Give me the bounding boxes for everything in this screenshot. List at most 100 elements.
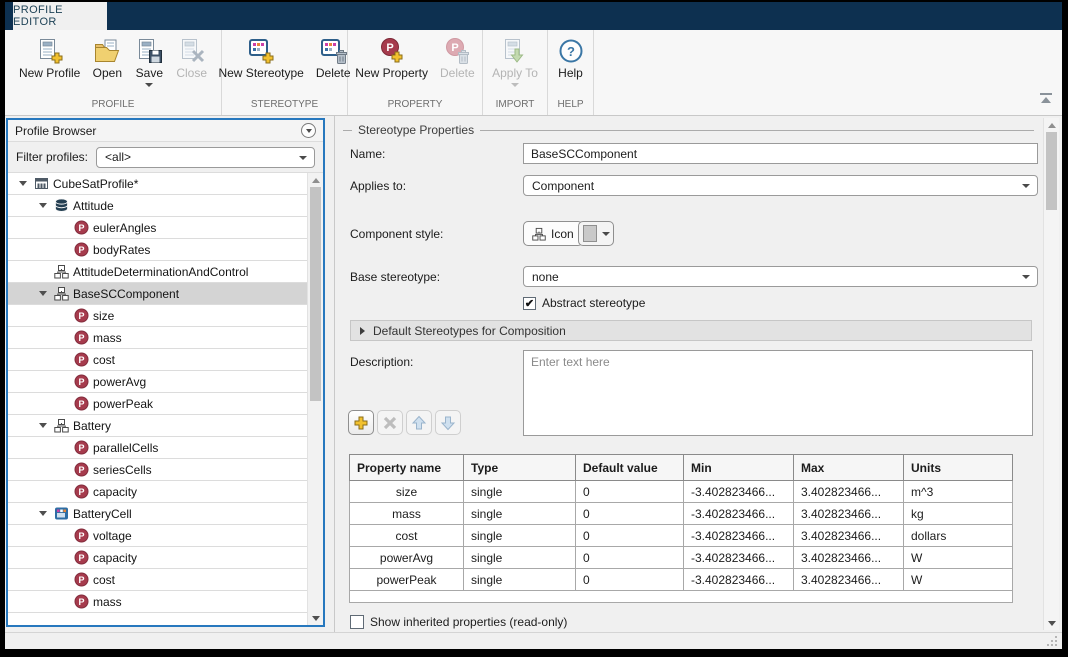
tree-item-mass[interactable]: P mass (8, 327, 307, 349)
chevron-down-icon (299, 156, 307, 160)
open-button[interactable]: Open (87, 35, 127, 81)
applies-to-dropdown[interactable]: Component (523, 175, 1038, 196)
property-icon: P (74, 220, 89, 235)
tree-item-powerpeak[interactable]: P powerPeak (8, 393, 307, 415)
tree-item-poweravg[interactable]: P powerAvg (8, 371, 307, 393)
tree-item-attitudedeterminationandcontrol[interactable]: AttitudeDeterminationAndControl (8, 261, 307, 283)
tree-item-cost[interactable]: P cost (8, 349, 307, 371)
panel-scrollbar[interactable] (1043, 118, 1059, 630)
tree-item-batterycell[interactable]: BatteryCell (8, 503, 307, 525)
scroll-down-icon[interactable] (1044, 617, 1059, 629)
expander-icon[interactable] (36, 287, 50, 301)
table-cell[interactable]: single (464, 525, 576, 547)
table-cell[interactable]: m^3 (904, 481, 1013, 503)
table-cell[interactable]: 0 (576, 481, 684, 503)
tab-profile-editor[interactable]: PROFILE EDITOR (13, 2, 107, 30)
default-stereotypes-section[interactable]: Default Stereotypes for Composition (350, 320, 1032, 341)
table-cell[interactable]: single (464, 569, 576, 591)
table-cell[interactable]: single (464, 481, 576, 503)
table-cell[interactable]: single (464, 547, 576, 569)
table-row[interactable]: costsingle0-3.402823466...3.402823466...… (350, 525, 1013, 547)
expander-icon[interactable] (36, 199, 50, 213)
description-textarea[interactable] (523, 350, 1033, 436)
tree-item-attitude[interactable]: Attitude (8, 195, 307, 217)
tree-item-cubesatprofile[interactable]: CubeSatProfile* (8, 173, 307, 195)
help-button[interactable]: ? Help (551, 35, 591, 81)
table-cell[interactable]: 0 (576, 547, 684, 569)
table-row[interactable]: powerAvgsingle0-3.402823466...3.40282346… (350, 547, 1013, 569)
new-profile-button[interactable]: New Profile (14, 35, 85, 81)
table-cell[interactable]: W (904, 547, 1013, 569)
name-input[interactable] (523, 143, 1038, 164)
icon-style-button[interactable]: Icon (523, 221, 583, 246)
tree-item-parallelcells[interactable]: P parallelCells (8, 437, 307, 459)
scrollbar-thumb[interactable] (1046, 132, 1057, 210)
table-cell[interactable]: -3.402823466... (684, 569, 794, 591)
table-row[interactable]: masssingle0-3.402823466...3.402823466...… (350, 503, 1013, 525)
table-cell[interactable]: -3.402823466... (684, 481, 794, 503)
table-row[interactable]: powerPeaksingle0-3.402823466...3.4028234… (350, 569, 1013, 591)
table-cell[interactable]: 3.402823466... (794, 481, 904, 503)
scroll-up-icon[interactable] (308, 174, 323, 186)
tree-item-cost[interactable]: P cost (8, 569, 307, 591)
table-row[interactable]: sizesingle0-3.402823466...3.402823466...… (350, 481, 1013, 503)
tree-item-seriescells[interactable]: P seriesCells (8, 459, 307, 481)
table-cell[interactable]: powerAvg (350, 547, 464, 569)
expander-icon[interactable] (16, 177, 30, 191)
expander-icon[interactable] (36, 507, 50, 521)
expander-icon[interactable] (36, 419, 50, 433)
scroll-down-icon[interactable] (308, 612, 323, 624)
table-cell[interactable]: single (464, 503, 576, 525)
tree-item-voltage[interactable]: P voltage (8, 525, 307, 547)
open-icon (92, 36, 122, 66)
dropdown-caret-icon[interactable] (145, 83, 153, 87)
add-property-button[interactable] (348, 410, 374, 435)
table-cell[interactable]: -3.402823466... (684, 547, 794, 569)
tree-item-mass[interactable]: P mass (8, 591, 307, 613)
panel-menu-button[interactable] (301, 123, 316, 138)
tree-item-capacity[interactable]: P capacity (8, 547, 307, 569)
column-header-default-value[interactable]: Default value (576, 455, 684, 481)
scrollbar-thumb[interactable] (310, 187, 321, 401)
table-cell[interactable]: size (350, 481, 464, 503)
column-header-property-name[interactable]: Property name (350, 455, 464, 481)
table-cell[interactable]: mass (350, 503, 464, 525)
table-cell[interactable]: 3.402823466... (794, 525, 904, 547)
tree-item-battery[interactable]: Battery (8, 415, 307, 437)
tree-item-bodyrates[interactable]: P bodyRates (8, 239, 307, 261)
column-header-units[interactable]: Units (904, 455, 1013, 481)
table-cell[interactable]: -3.402823466... (684, 525, 794, 547)
table-cell[interactable]: powerPeak (350, 569, 464, 591)
table-cell[interactable]: -3.402823466... (684, 503, 794, 525)
new-stereotype-button[interactable]: New Stereotype (213, 35, 308, 81)
table-cell[interactable]: kg (904, 503, 1013, 525)
scroll-up-icon[interactable] (1044, 119, 1059, 131)
tree-item-size[interactable]: P size (8, 305, 307, 327)
resize-grip-icon[interactable] (1046, 635, 1058, 647)
table-cell[interactable]: 0 (576, 525, 684, 547)
save-button[interactable]: Save (129, 35, 169, 88)
tree-scrollbar[interactable] (307, 173, 323, 625)
tree-item-eulerangles[interactable]: P eulerAngles (8, 217, 307, 239)
collapse-ribbon-button[interactable] (1038, 93, 1054, 105)
table-cell[interactable]: 3.402823466... (794, 503, 904, 525)
icon-color-dropdown[interactable] (578, 221, 614, 246)
tree-item-basesccomponent[interactable]: BaseSCComponent (8, 283, 307, 305)
column-header-type[interactable]: Type (464, 455, 576, 481)
tree-item-capacity[interactable]: P capacity (8, 481, 307, 503)
column-header-max[interactable]: Max (794, 455, 904, 481)
show-inherited-checkbox[interactable] (350, 615, 364, 629)
table-cell[interactable]: cost (350, 525, 464, 547)
filter-profiles-dropdown[interactable]: <all> (96, 147, 315, 168)
abstract-stereotype-checkbox[interactable]: ✔ (523, 297, 536, 310)
column-header-min[interactable]: Min (684, 455, 794, 481)
table-cell[interactable]: dollars (904, 525, 1013, 547)
new-property-button[interactable]: P New Property (350, 35, 433, 81)
table-cell[interactable]: 3.402823466... (794, 547, 904, 569)
delete-stereotype-icon (318, 36, 348, 66)
table-cell[interactable]: 3.402823466... (794, 569, 904, 591)
table-cell[interactable]: 0 (576, 503, 684, 525)
base-stereotype-dropdown[interactable]: none (523, 266, 1038, 287)
table-cell[interactable]: W (904, 569, 1013, 591)
table-cell[interactable]: 0 (576, 569, 684, 591)
